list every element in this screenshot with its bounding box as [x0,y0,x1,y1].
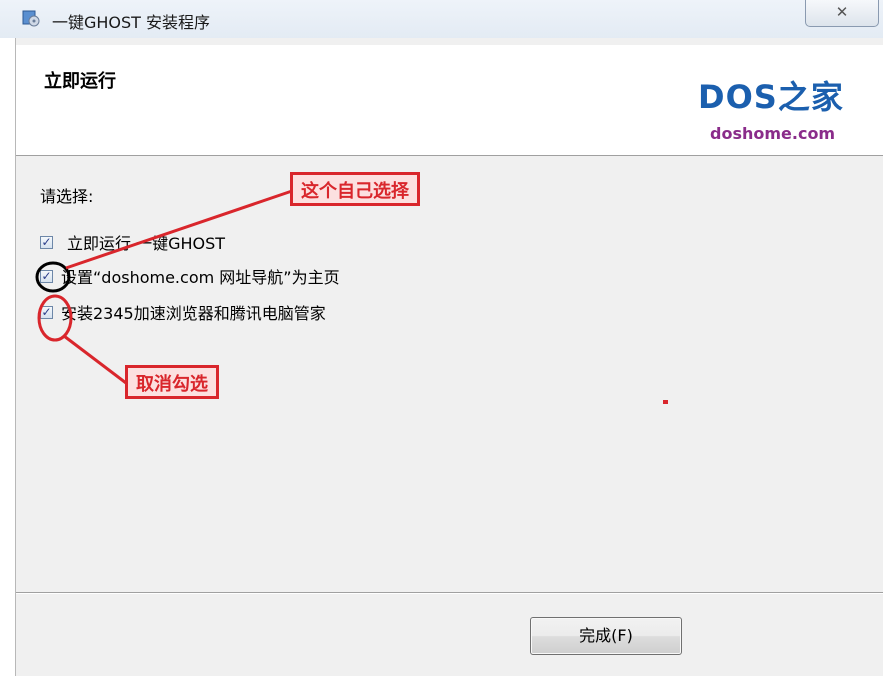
title-bar: 一键GHOST 安装程序 ✕ [0,0,883,38]
callout-uncheck: 取消勾选 [125,365,219,399]
checkbox-set-homepage[interactable]: ✓ [40,269,53,283]
footer-divider [16,592,883,594]
select-prompt: 请选择: [40,187,94,206]
checkbox-install-bundle[interactable]: ✓ [40,305,53,319]
header-band: 立即运行 DOS之家 doshome.com [16,45,883,156]
logo-url: doshome.com [710,124,836,143]
red-mark [663,400,668,404]
option-install-bundle[interactable]: ✓ 安装2345加速浏览器和腾讯电脑管家 [40,302,326,323]
checkbox-run-ghost[interactable]: ✓ [40,235,53,249]
close-icon: ✕ [835,3,849,21]
close-button[interactable]: ✕ [805,0,879,27]
option-run-ghost[interactable]: ✓ 立即运行 一键GHOST [40,232,226,253]
option-set-homepage[interactable]: ✓ 设置“doshome.com 网址导航”为主页 [40,266,340,287]
option-label: 设置“doshome.com 网址导航”为主页 [61,268,340,287]
installer-app-icon [22,10,40,27]
page-title: 立即运行 [44,71,116,92]
callout-choose-yourself: 这个自己选择 [290,172,420,206]
window-title: 一键GHOST 安装程序 [52,13,211,32]
option-label: 立即运行 一键GHOST [67,234,226,253]
option-label: 安装2345加速浏览器和腾讯电脑管家 [61,304,326,323]
finish-button[interactable]: 完成(F) [530,617,682,655]
dos-home-logo: DOS之家 [698,78,844,116]
